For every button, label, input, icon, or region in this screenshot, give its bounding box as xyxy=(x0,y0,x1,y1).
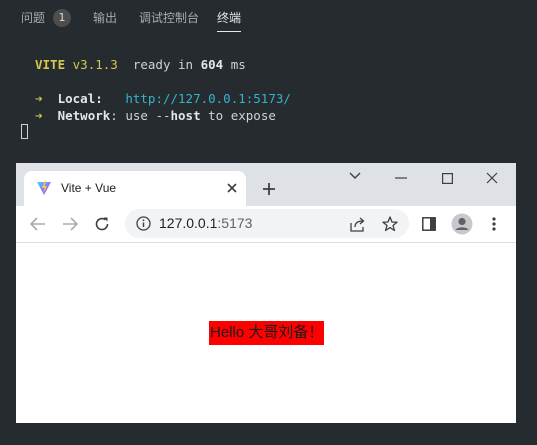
url-port: :5173 xyxy=(217,215,253,231)
url-host: 127.0.0.1 xyxy=(159,215,218,231)
url-text: 127.0.0.1:5173 xyxy=(159,215,252,231)
network-text-2: to expose xyxy=(208,108,276,123)
forward-arrow-icon[interactable] xyxy=(60,214,80,234)
info-icon[interactable] xyxy=(135,215,151,231)
network-line: ➜ Network: use --host to expose xyxy=(35,108,276,123)
network-host: host xyxy=(170,108,201,123)
arrow-icon: ➜ xyxy=(35,91,43,106)
reload-icon[interactable] xyxy=(92,214,112,234)
vite-ready-line: VITE v3.1.3 ready in 604 ms xyxy=(35,57,246,73)
back-arrow-icon[interactable] xyxy=(28,214,48,234)
share-icon[interactable] xyxy=(349,215,367,233)
chevron-down-icon[interactable] xyxy=(348,169,362,183)
side-panel-icon[interactable] xyxy=(420,215,438,233)
local-url-link[interactable]: http://127.0.0.1:5173/ xyxy=(125,91,291,106)
profile-icon[interactable] xyxy=(451,213,473,235)
tab-problems[interactable]: 问题 xyxy=(21,10,45,26)
tab-terminal[interactable]: 终端 xyxy=(217,10,241,26)
browser-toolbar: 127.0.0.1:5173 xyxy=(16,206,516,243)
arrow-icon: ➜ xyxy=(35,108,43,123)
ready-prefix: ready in xyxy=(132,57,194,72)
tab-strip: Vite + Vue xyxy=(16,163,516,206)
tab-output[interactable]: 输出 xyxy=(93,10,117,26)
browser-tab[interactable]: Vite + Vue xyxy=(24,171,246,206)
tab-debug-console[interactable]: 调试控制台 xyxy=(139,10,199,26)
hello-text: Hello 大哥刘备！ xyxy=(209,321,325,345)
local-label: Local xyxy=(57,91,96,106)
page-content: Hello 大哥刘备！ xyxy=(16,243,516,423)
address-bar[interactable]: 127.0.0.1:5173 xyxy=(125,209,409,238)
problems-count-badge: 1 xyxy=(53,9,71,27)
active-tab-indicator xyxy=(217,31,241,32)
menu-kebab-icon[interactable] xyxy=(486,215,502,233)
window-close-icon[interactable] xyxy=(485,171,499,185)
maximize-icon[interactable] xyxy=(440,171,454,185)
ready-ms: 604 xyxy=(200,57,224,72)
network-label: Network xyxy=(57,108,111,123)
browser-window: Vite + Vue 127.0.0.1:5173 Hello 大哥刘备！ xyxy=(16,163,516,423)
close-tab-icon[interactable] xyxy=(224,180,240,196)
star-icon[interactable] xyxy=(381,215,399,233)
new-tab-icon[interactable] xyxy=(260,180,278,198)
vite-name: VITE xyxy=(35,57,66,72)
browser-tab-title: Vite + Vue xyxy=(61,181,117,195)
terminal-cursor xyxy=(21,124,28,139)
vite-version: v3.1.3 xyxy=(72,57,118,72)
network-text-1: use -- xyxy=(125,108,171,123)
minimize-icon[interactable] xyxy=(394,171,408,185)
ready-unit: ms xyxy=(230,57,246,72)
local-line: ➜ Local: http://127.0.0.1:5173/ xyxy=(35,91,291,106)
vite-logo-icon xyxy=(36,180,52,196)
